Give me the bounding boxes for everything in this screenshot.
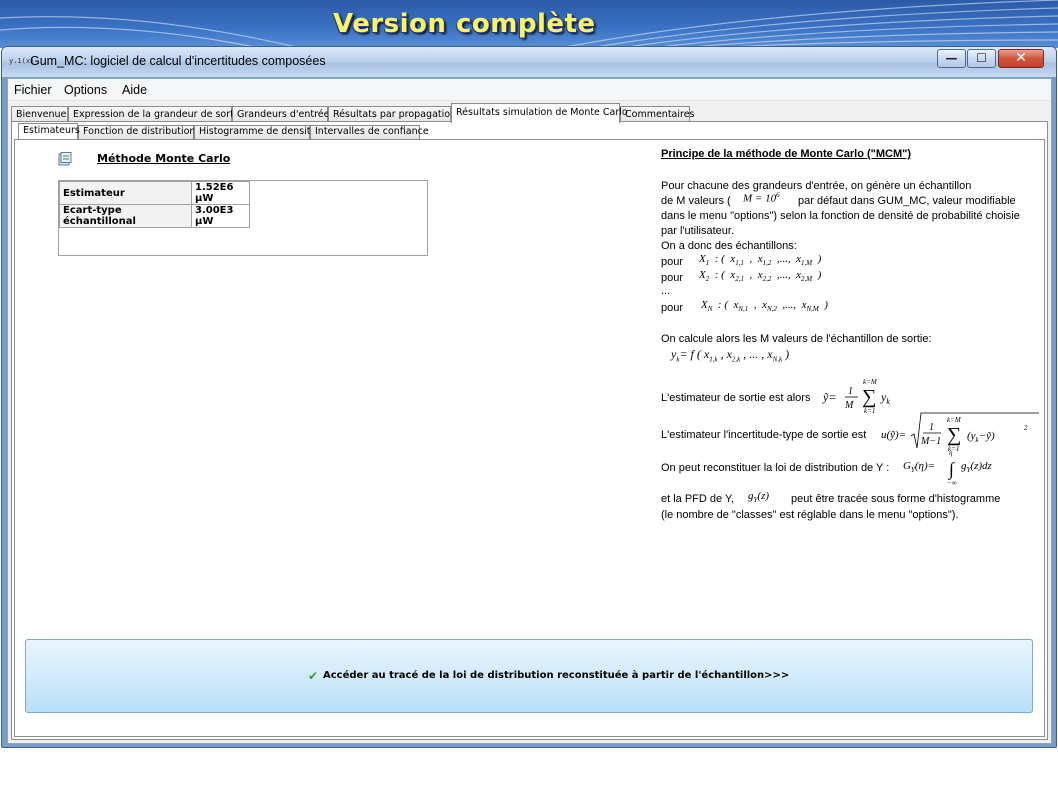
pour-label: pour: [661, 256, 684, 268]
svg-text:1: 1: [848, 386, 853, 397]
svg-text:∑: ∑: [862, 386, 876, 408]
explanation-line: On a donc des échantillons:: [661, 240, 797, 252]
table-row: Estimateur 1.52E6 μW: [59, 181, 250, 205]
sub-tabs: Estimateurs Fonction de distribution His…: [18, 123, 518, 139]
svg-text:GY(η)=: GY(η)=: [903, 460, 935, 474]
svg-text:η: η: [949, 449, 953, 457]
pour-label: pour: [661, 272, 684, 284]
explanation-line: par défaut dans GUM_MC, valeur modifiabl…: [798, 195, 1016, 207]
subtab-histogramme[interactable]: Histogramme de densité: [194, 125, 316, 139]
tab-monte-carlo[interactable]: Résultats simulation de Monte Carlo: [451, 103, 628, 123]
ellipsis: ...: [661, 285, 671, 297]
svg-text:ỹ=: ỹ=: [822, 390, 836, 404]
formula-distribution: GY(η)= η ∫ −∞ gY(z)dz: [903, 449, 993, 487]
screen: Version complète y.1(x) Gum_MC: logiciel…: [0, 0, 1058, 793]
menu-bar: Fichier Options Aide: [8, 79, 1051, 101]
estimator-label: Estimateur: [59, 181, 192, 205]
formula-x2: X2 : ( x2,1 , x2,2 ,..., x2,M ): [699, 269, 822, 284]
estimator-value: 1.52E6 μW: [191, 181, 250, 205]
minimize-button[interactable]: —: [937, 49, 966, 68]
svg-text:∑: ∑: [947, 424, 961, 446]
slide-banner: Version complète: [0, 0, 1058, 48]
pour-label: pour: [661, 302, 684, 314]
table-row: Ecart-type échantillonal 3.00E3 μW: [59, 204, 250, 228]
access-distribution-label: Accéder au tracé de la loi de distributi…: [323, 670, 790, 681]
svg-text:gY(z)dz: gY(z)dz: [961, 460, 993, 474]
estimateurs-panel: Méthode Monte Carlo Estimateur 1.52E6 μW…: [14, 139, 1045, 737]
formula-xn: XN : ( xN,1 , xN,2 ,..., xN,M ): [701, 299, 828, 314]
close-icon: ✕: [1015, 50, 1027, 66]
std-dev-label: Ecart-type échantillonal: [59, 204, 192, 228]
minimize-icon: —: [945, 51, 958, 65]
maximize-button[interactable]: ☐: [967, 49, 996, 68]
explanation-line: de M valeurs (: [661, 195, 731, 207]
svg-text:k=1: k=1: [864, 407, 875, 415]
svg-text:k=M: k=M: [863, 378, 878, 386]
title-bar[interactable]: y.1(x) Gum_MC: logiciel de calcul d'ince…: [2, 47, 1056, 77]
explanation-line: L'estimateur l'incertitude-type de sorti…: [661, 429, 867, 441]
checkmark-icon: ✔: [308, 669, 319, 683]
svg-text:−∞: −∞: [947, 479, 957, 487]
explanation-line: peut être tracée sous forme d'histogramm…: [791, 493, 1001, 505]
subtab-intervalles[interactable]: Intervalles de confiance: [310, 125, 429, 139]
window-client: Fichier Options Aide Bienvenue Expressio…: [7, 78, 1052, 744]
svg-text:M: M: [844, 400, 854, 411]
formula-x1: X1 : ( x1,1 , x1,2 ,..., x1,M ): [699, 253, 822, 268]
std-dev-value: 3.00E3 μW: [191, 204, 250, 228]
window-title: Gum_MC: logiciel de calcul d'incertitude…: [30, 54, 326, 68]
monte-carlo-panel: Estimateurs Fonction de distribution His…: [11, 121, 1048, 740]
explanation-line: (le nombre de "classes" est réglable dan…: [661, 509, 959, 521]
menu-aide[interactable]: Aide: [122, 83, 147, 97]
banner-title: Version complète: [333, 9, 596, 39]
svg-text:yk: yk: [880, 390, 890, 406]
access-distribution-button[interactable]: ✔ Accéder au tracé de la loi de distribu…: [25, 639, 1033, 713]
method-title: Méthode Monte Carlo: [97, 152, 231, 165]
estimators-table: Estimateur 1.52E6 μW Ecart-type échantil…: [59, 181, 250, 228]
explanation-heading: Principe de la méthode de Monte Carlo ("…: [661, 148, 912, 160]
explanation-panel: Principe de la méthode de Monte Carlo ("…: [661, 140, 1046, 560]
explanation-line: et la PFD de Y,: [661, 493, 734, 505]
svg-text:1: 1: [929, 422, 934, 433]
explanation-line: par l'utilisateur.: [661, 225, 735, 237]
svg-text:M−1: M−1: [920, 436, 941, 447]
svg-text:∫: ∫: [948, 459, 955, 480]
calculator-icon: [58, 152, 72, 166]
explanation-line: On peut reconstituer la loi de distribut…: [661, 462, 890, 474]
subtab-estimateurs[interactable]: Estimateurs: [18, 123, 80, 139]
formula-m-value: M = 106: [743, 191, 780, 205]
app-icon: y.1(x): [9, 57, 35, 65]
explanation-line: On calcule alors les M valeurs de l'écha…: [661, 333, 932, 345]
app-window: y.1(x) Gum_MC: logiciel de calcul d'ince…: [1, 46, 1057, 748]
close-button[interactable]: ✕: [998, 49, 1044, 68]
menu-fichier[interactable]: Fichier: [14, 83, 52, 97]
svg-text:k=M: k=M: [947, 416, 962, 424]
formula-pdf: gY(z): [748, 490, 770, 505]
menu-options[interactable]: Options: [64, 83, 107, 97]
svg-text:(yk−ỹ): (yk−ỹ): [967, 430, 995, 444]
explanation-line: L'estimateur de sortie est alors: [661, 392, 811, 404]
explanation-line: Pour chacune des grandeurs d'entrée, on …: [661, 180, 972, 192]
subtab-fonction-distribution[interactable]: Fonction de distribution: [78, 125, 195, 139]
explanation-line: dans le menu "options") selon la fonctio…: [661, 210, 1020, 222]
svg-text:u(ỹ)=: u(ỹ)=: [881, 429, 906, 441]
estimators-box: Estimateur 1.52E6 μW Ecart-type échantil…: [58, 180, 428, 256]
formula-yk: yk= f ( x1,k , x2,k , ... , xN,k ): [671, 347, 790, 364]
svg-text:2: 2: [1024, 424, 1028, 432]
maximize-icon: ☐: [976, 51, 987, 65]
